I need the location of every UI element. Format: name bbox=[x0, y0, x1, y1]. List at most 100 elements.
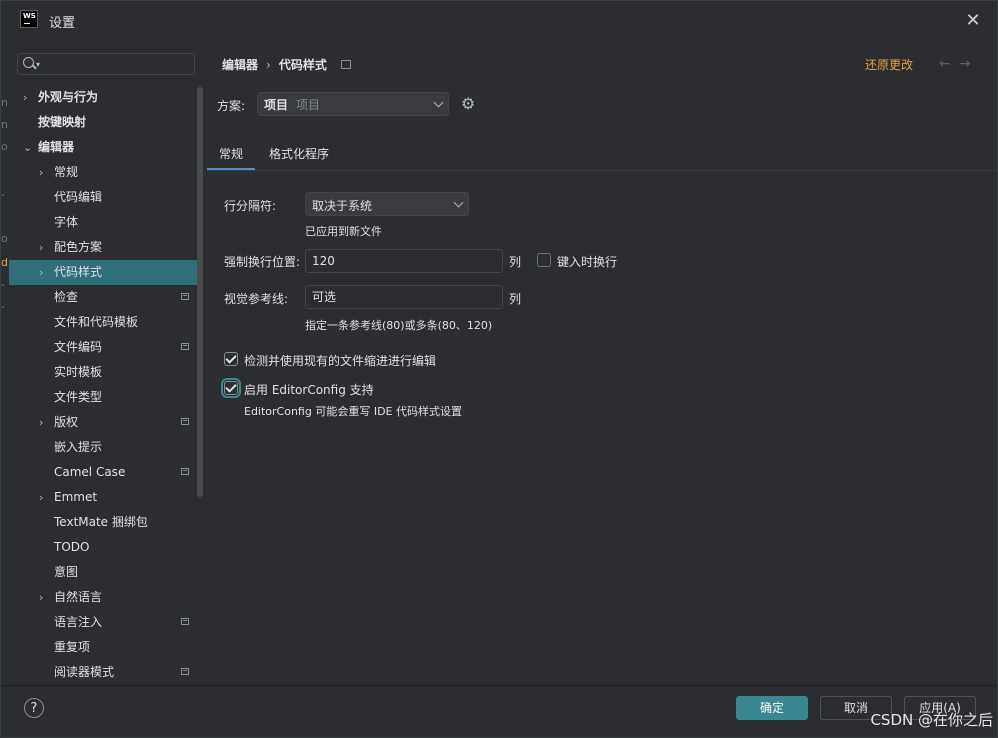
sidebar-item[interactable]: 字体 bbox=[9, 210, 197, 235]
sidebar-item[interactable]: › 代码样式 bbox=[9, 260, 197, 285]
webstorm-logo-icon: WS bbox=[20, 10, 38, 28]
sidebar-scrollbar[interactable] bbox=[197, 87, 203, 497]
settings-tree: › 外观与行为 按键映射 ⌄ 编辑器 › 常规 代码编辑 字体 › 配色方案 › 代码样式 检查 文件和代码… bbox=[9, 85, 197, 685]
sidebar-item-label: 配色方案 bbox=[54, 240, 103, 254]
search-input[interactable] bbox=[44, 55, 188, 75]
sidebar-item-label: 阅读器模式 bbox=[54, 665, 115, 679]
sidebar-item-label: 外观与行为 bbox=[38, 90, 99, 104]
sidebar-item[interactable]: › 常规 bbox=[9, 160, 197, 185]
sidebar-item-label: 代码样式 bbox=[54, 265, 103, 279]
sidebar-item[interactable]: › Emmet bbox=[9, 485, 197, 510]
back-arrow-icon[interactable]: ← bbox=[939, 56, 959, 72]
sidebar-item-label: 版权 bbox=[54, 415, 79, 429]
sidebar-item[interactable]: ⌄ 编辑器 bbox=[9, 135, 197, 160]
chevron-right-icon[interactable]: › bbox=[23, 85, 27, 110]
project-scope-icon bbox=[181, 468, 189, 475]
sidebar-item[interactable]: › 外观与行为 bbox=[9, 85, 197, 110]
hard-wrap-input[interactable] bbox=[305, 249, 503, 273]
chevron-right-icon[interactable]: › bbox=[39, 260, 43, 285]
close-icon[interactable]: ✕ bbox=[963, 11, 983, 31]
sidebar-item[interactable]: Camel Case bbox=[9, 460, 197, 485]
reset-changes-link[interactable]: 还原更改 bbox=[865, 56, 913, 73]
editorconfig-checkbox[interactable] bbox=[221, 378, 241, 398]
gear-icon[interactable]: ⚙ bbox=[461, 95, 479, 113]
sidebar-item-label: 常规 bbox=[54, 165, 79, 179]
scheme-dropdown[interactable]: 项目 项目 bbox=[257, 92, 449, 116]
hard-wrap-label: 强制换行位置: bbox=[224, 255, 301, 269]
scheme-sub: 项目 bbox=[296, 98, 321, 112]
project-scope-icon bbox=[181, 343, 189, 350]
sidebar-item[interactable]: 文件和代码模板 bbox=[9, 310, 197, 335]
chevron-right-icon[interactable]: › bbox=[39, 410, 43, 435]
sidebar-item-label: 实时模板 bbox=[54, 365, 103, 379]
settings-search[interactable]: ▾ bbox=[17, 53, 195, 75]
line-separator-label: 行分隔符: bbox=[224, 199, 277, 213]
sidebar-item[interactable]: 语言注入 bbox=[9, 610, 197, 635]
sidebar-item-label: 代码编辑 bbox=[54, 190, 103, 204]
sidebar-item[interactable]: › 自然语言 bbox=[9, 585, 197, 610]
sidebar-item[interactable]: 检查 bbox=[9, 285, 197, 310]
breadcrumb-item-editor[interactable]: 编辑器 bbox=[222, 58, 258, 72]
sidebar-item[interactable]: 阅读器模式 bbox=[9, 660, 197, 685]
chevron-right-icon[interactable]: › bbox=[39, 235, 43, 260]
sidebar-item[interactable]: 按键映射 bbox=[9, 110, 197, 135]
search-options-caret-icon[interactable]: ▾ bbox=[36, 60, 40, 69]
sidebar-item-label: 文件类型 bbox=[54, 390, 103, 404]
tab-bar: 常规 格式化程序 bbox=[206, 141, 997, 171]
sidebar-item-label: Emmet bbox=[54, 490, 98, 504]
sidebar-item[interactable]: TextMate 捆绑包 bbox=[9, 510, 197, 535]
sidebar-item-label: 文件和代码模板 bbox=[54, 315, 139, 329]
sidebar-item-label: TextMate 捆绑包 bbox=[54, 515, 148, 529]
project-scope-icon bbox=[181, 418, 189, 425]
sidebar-item[interactable]: 文件类型 bbox=[9, 385, 197, 410]
sidebar-item[interactable]: TODO bbox=[9, 535, 197, 560]
chevron-right-icon[interactable]: › bbox=[39, 160, 43, 185]
chevron-down-icon bbox=[433, 97, 444, 108]
project-scope-icon bbox=[181, 668, 189, 675]
search-icon bbox=[23, 57, 34, 68]
sidebar-item-label: 按键映射 bbox=[38, 115, 87, 129]
breadcrumb: 编辑器 › 代码样式 bbox=[222, 56, 351, 73]
sidebar-item[interactable]: 实时模板 bbox=[9, 360, 197, 385]
project-scope-icon bbox=[181, 293, 189, 300]
wrap-on-typing-checkbox[interactable] bbox=[537, 253, 551, 267]
sidebar-item[interactable]: 嵌入提示 bbox=[9, 435, 197, 460]
visual-guides-hint: 指定一条参考线(80)或多条(80、120) bbox=[305, 319, 493, 332]
detect-indent-label[interactable]: 检测并使用现有的文件缩进进行编辑 bbox=[244, 352, 436, 369]
tab-general[interactable]: 常规 bbox=[206, 141, 256, 171]
visual-guides-input[interactable] bbox=[305, 285, 503, 309]
project-scope-icon bbox=[181, 618, 189, 625]
wrap-on-typing-label[interactable]: 键入时换行 bbox=[557, 253, 617, 270]
sidebar-item[interactable]: 重复项 bbox=[9, 635, 197, 660]
hard-wrap-unit: 列 bbox=[509, 255, 522, 269]
sidebar-item[interactable]: 文件编码 bbox=[9, 335, 197, 360]
project-scope-icon bbox=[340, 60, 351, 69]
line-separator-dropdown[interactable]: 取决于系统 bbox=[305, 192, 469, 216]
visual-guides-label: 视觉参考线: bbox=[224, 292, 289, 306]
sidebar-item[interactable]: › 配色方案 bbox=[9, 235, 197, 260]
sidebar-item[interactable]: 意图 bbox=[9, 560, 197, 585]
sidebar-item-label: 文件编码 bbox=[54, 340, 103, 354]
sidebar-item-label: 嵌入提示 bbox=[54, 440, 103, 454]
title-bar: WS 设置 ✕ bbox=[1, 1, 997, 41]
background-editor-edge: n n o - o d - - bbox=[1, 96, 8, 313]
scheme-label: 方案: bbox=[217, 99, 246, 113]
sidebar-item-label: 意图 bbox=[54, 565, 79, 579]
sidebar-item-label: 编辑器 bbox=[38, 140, 75, 154]
sidebar-item-label: 检查 bbox=[54, 290, 79, 304]
tab-formatter[interactable]: 格式化程序 bbox=[269, 141, 329, 171]
chevron-right-icon[interactable]: › bbox=[39, 485, 43, 510]
help-icon[interactable]: ? bbox=[24, 698, 44, 718]
chevron-down-icon[interactable]: ⌄ bbox=[23, 135, 32, 160]
nav-arrows: ←→ bbox=[939, 56, 978, 72]
editorconfig-label[interactable]: 启用 EditorConfig 支持 bbox=[244, 381, 374, 398]
editorconfig-hint: EditorConfig 可能会重写 IDE 代码样式设置 bbox=[244, 405, 463, 418]
sidebar-item[interactable]: › 版权 bbox=[9, 410, 197, 435]
breadcrumb-item-code-style: 代码样式 bbox=[278, 58, 327, 72]
chevron-right-icon[interactable]: › bbox=[39, 585, 43, 610]
forward-arrow-icon[interactable]: → bbox=[959, 56, 979, 72]
sidebar-item[interactable]: 代码编辑 bbox=[9, 185, 197, 210]
ok-button[interactable]: 确定 bbox=[736, 696, 808, 720]
detect-indent-checkbox[interactable] bbox=[224, 352, 238, 366]
sidebar-item-label: TODO bbox=[54, 540, 90, 554]
